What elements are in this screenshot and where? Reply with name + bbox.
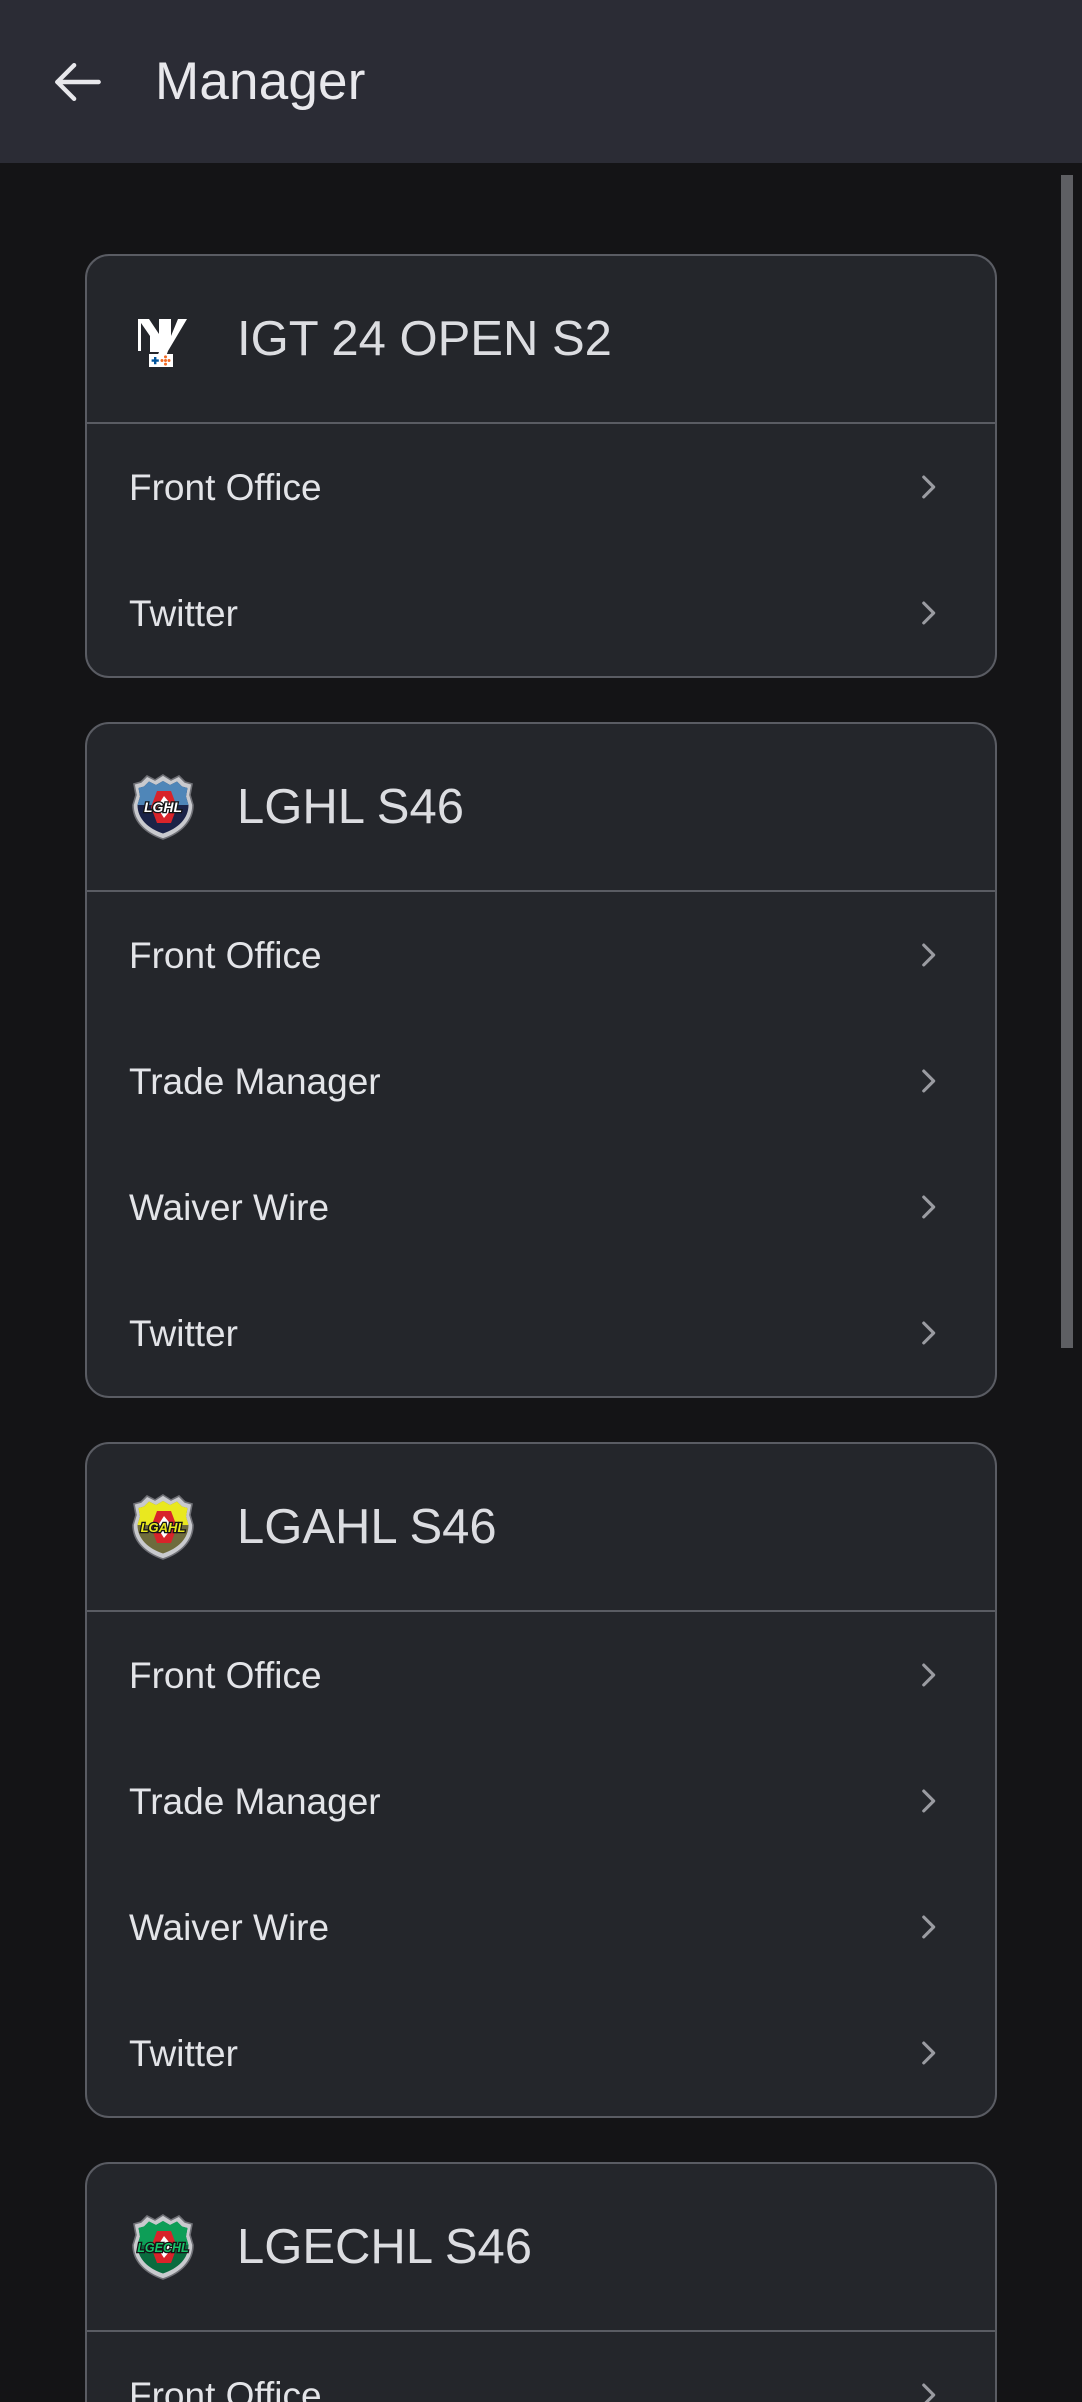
chevron-right-icon [911,2036,945,2070]
league-card-header: LGAHL LGAHL S46 [87,1444,995,1612]
svg-text:LGHL: LGHL [144,799,182,815]
league-card: LGHL LGHL S46 Front Office Trade Manager… [85,722,997,1398]
menu-item-label: Waiver Wire [129,1186,330,1228]
app-bar: Manager [0,0,1082,163]
menu-item-waiver-wire[interactable]: Waiver Wire [87,1864,995,1990]
menu-item-label: Front Office [129,2374,322,2402]
ny-islanders-logo [127,303,199,375]
menu-item-twitter[interactable]: Twitter [87,550,995,676]
menu-item-front-office[interactable]: Front Office [87,892,995,1018]
menu-item-label: Front Office [129,466,322,508]
arrow-left-icon [47,51,109,113]
league-card: LGAHL LGAHL S46 Front Office Trade Manag… [85,1442,997,2118]
league-card-body: Front Office Trade Manager Waiver Wire T… [87,892,995,1396]
svg-text:LGECHL: LGECHL [137,2241,188,2255]
menu-item-twitter[interactable]: Twitter [87,1990,995,2116]
menu-item-label: Trade Manager [129,1060,381,1102]
menu-item-twitter[interactable]: Twitter [87,1270,995,1396]
menu-item-front-office[interactable]: Front Office [87,2332,995,2402]
menu-item-label: Twitter [129,2032,238,2074]
menu-item-label: Front Office [129,934,322,976]
lgahl-shield-logo: LGAHL [127,1491,199,1563]
chevron-right-icon [911,2378,945,2402]
svg-text:LGAHL: LGAHL [141,1520,186,1535]
chevron-right-icon [911,1316,945,1350]
chevron-right-icon [911,1064,945,1098]
manager-screen: Manager IGT 24 OPEN S2 Front Office Twit… [0,0,1082,2402]
chevron-right-icon [911,1910,945,1944]
lgechl-shield-logo: LGECHL [127,2211,199,2283]
league-card-header: IGT 24 OPEN S2 [87,256,995,424]
chevron-right-icon [911,1658,945,1692]
league-card-title: LGHL S46 [237,779,464,834]
league-card-header: LGHL LGHL S46 [87,724,995,892]
menu-item-trade-manager[interactable]: Trade Manager [87,1018,995,1144]
lghl-shield-logo: LGHL [127,771,199,843]
menu-item-label: Waiver Wire [129,1906,330,1948]
menu-item-front-office[interactable]: Front Office [87,424,995,550]
league-card-body: Front Office Twitter [87,424,995,676]
league-card: IGT 24 OPEN S2 Front Office Twitter [85,254,997,678]
menu-item-label: Front Office [129,1654,322,1696]
manager-list-scroll-area[interactable]: IGT 24 OPEN S2 Front Office Twitter LGHL… [0,163,1082,2402]
league-card-header: LGECHL LGECHL S46 [87,2164,995,2332]
league-card-title: LGAHL S46 [237,1499,497,1554]
chevron-right-icon [911,470,945,504]
vertical-scrollbar-track[interactable] [1061,163,1073,2402]
league-card-title: IGT 24 OPEN S2 [237,311,612,366]
league-card-body: Front Office Trade Manager Waiver Wire T… [87,1612,995,2116]
vertical-scrollbar-thumb[interactable] [1061,175,1073,1348]
chevron-right-icon [911,1190,945,1224]
league-card: LGECHL LGECHL S46 Front Office [85,2162,997,2402]
menu-item-label: Twitter [129,1312,238,1354]
back-button[interactable] [40,44,116,120]
league-card-body: Front Office [87,2332,995,2402]
league-card-title: LGECHL S46 [237,2219,533,2274]
chevron-right-icon [911,596,945,630]
menu-item-waiver-wire[interactable]: Waiver Wire [87,1144,995,1270]
chevron-right-icon [911,938,945,972]
chevron-right-icon [911,1784,945,1818]
menu-item-trade-manager[interactable]: Trade Manager [87,1738,995,1864]
page-title: Manager [155,52,366,111]
menu-item-front-office[interactable]: Front Office [87,1612,995,1738]
menu-item-label: Trade Manager [129,1780,381,1822]
menu-item-label: Twitter [129,592,238,634]
